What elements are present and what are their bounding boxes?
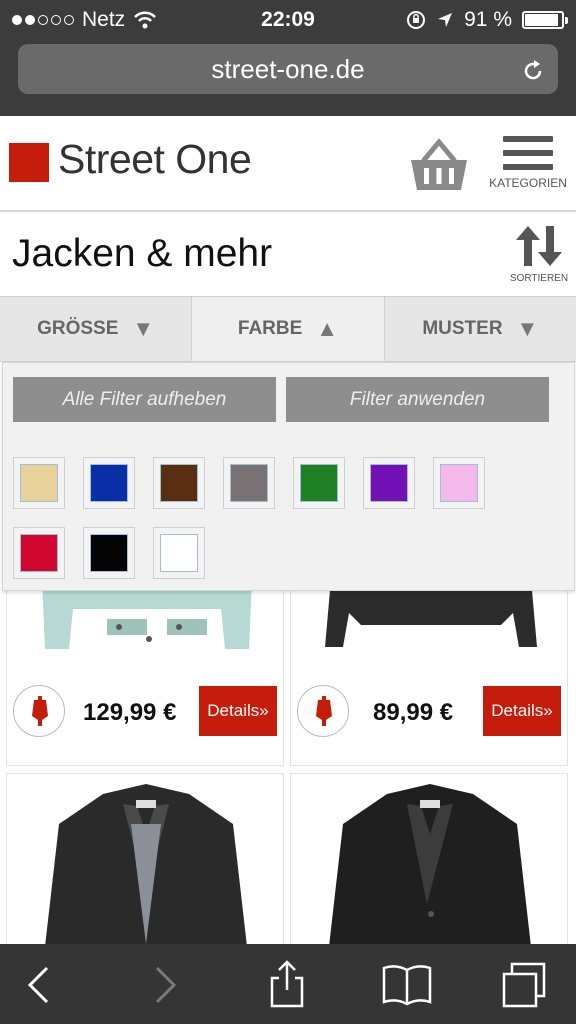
page: Netz 22:09 91 % street-one.de Street One… [0, 0, 576, 1024]
site-header: Street One KATEGORIEN [0, 116, 576, 212]
categories-label: KATEGORIEN [489, 176, 567, 190]
product-price: 129,99 € [83, 699, 177, 726]
color-swatch[interactable] [153, 527, 205, 579]
mannequin-icon [316, 696, 332, 726]
location-arrow-icon [438, 13, 453, 27]
color-swatch[interactable] [363, 457, 415, 509]
product-card[interactable] [290, 773, 568, 964]
tab-groesse[interactable]: GRÖSSE ▼ [0, 297, 193, 361]
mannequin-button[interactable] [297, 685, 349, 737]
color-swatch[interactable] [293, 457, 345, 509]
logo-text[interactable]: Street One [58, 136, 252, 183]
color-swatch-fill [90, 534, 128, 572]
sort-arrows-icon [516, 226, 562, 266]
filter-tabs: GRÖSSE ▼ FARBE ▲ MUSTER ▼ [0, 296, 576, 362]
logo-mark[interactable] [9, 143, 49, 182]
reload-icon[interactable] [520, 44, 546, 94]
product-grid: 129,99 € Details» 89,99 € Details» [0, 560, 576, 964]
share-icon[interactable] [262, 960, 312, 1010]
categories-menu-button[interactable]: KATEGORIEN [488, 136, 568, 190]
mannequin-button[interactable] [13, 685, 65, 737]
color-swatch-fill [440, 464, 478, 502]
color-swatch-fill [160, 464, 198, 502]
rotation-lock-icon [407, 11, 426, 29]
color-swatch-fill [160, 534, 198, 572]
url-text: street-one.de [211, 54, 365, 84]
browser-toolbar [0, 944, 576, 1024]
product-image[interactable] [43, 784, 249, 964]
chevron-up-icon: ▲ [316, 316, 339, 341]
color-swatch-fill [20, 464, 58, 502]
product-price: 89,99 € [373, 699, 454, 726]
url-bar[interactable]: street-one.de [18, 44, 558, 94]
color-swatch-fill [300, 464, 338, 502]
chevron-down-icon: ▼ [132, 316, 155, 341]
color-swatch[interactable] [433, 457, 485, 509]
basket-icon[interactable] [408, 138, 470, 194]
color-swatch-fill [230, 464, 268, 502]
mannequin-icon [32, 696, 48, 726]
color-swatch[interactable] [13, 457, 65, 509]
product-card[interactable] [6, 773, 284, 964]
color-filter-panel: Alle Filter aufheben Filter anwenden [2, 362, 575, 591]
product-image[interactable] [327, 784, 533, 964]
page-title: Jacken & mehr [12, 232, 273, 275]
apply-filters-button[interactable]: Filter anwenden [286, 377, 549, 422]
tab-label: FARBE [237, 318, 303, 339]
color-swatch[interactable] [13, 527, 65, 579]
browser-chrome: Netz 22:09 91 % street-one.de [0, 0, 576, 116]
tab-label: GRÖSSE [37, 318, 119, 339]
details-button[interactable]: Details» [199, 686, 277, 736]
color-swatch-fill [20, 534, 58, 572]
details-button[interactable]: Details» [483, 686, 561, 736]
color-swatch-fill [90, 464, 128, 502]
sort-label: SORTIEREN [509, 273, 569, 284]
color-swatch-fill [370, 464, 408, 502]
color-swatch[interactable] [83, 457, 135, 509]
tab-label: MUSTER [422, 318, 503, 339]
chevron-down-icon: ▼ [516, 316, 539, 341]
tabs-icon[interactable] [500, 960, 550, 1010]
status-bar: Netz 22:09 91 % [0, 0, 576, 38]
battery-percent: 91 % [464, 8, 512, 31]
tab-muster[interactable]: MUSTER ▼ [385, 297, 576, 361]
clear-filters-button[interactable]: Alle Filter aufheben [13, 377, 276, 422]
color-swatch[interactable] [83, 527, 135, 579]
sort-button[interactable]: SORTIEREN [508, 226, 570, 284]
forward-icon[interactable] [140, 960, 190, 1010]
bookmarks-icon[interactable] [382, 960, 432, 1010]
hamburger-menu-icon [503, 136, 553, 170]
back-icon[interactable] [14, 960, 64, 1010]
title-row: Jacken & mehr SORTIEREN [0, 214, 576, 296]
color-swatch[interactable] [153, 457, 205, 509]
battery-icon [522, 11, 568, 29]
color-swatch[interactable] [223, 457, 275, 509]
tab-farbe[interactable]: FARBE ▲ [192, 297, 385, 361]
